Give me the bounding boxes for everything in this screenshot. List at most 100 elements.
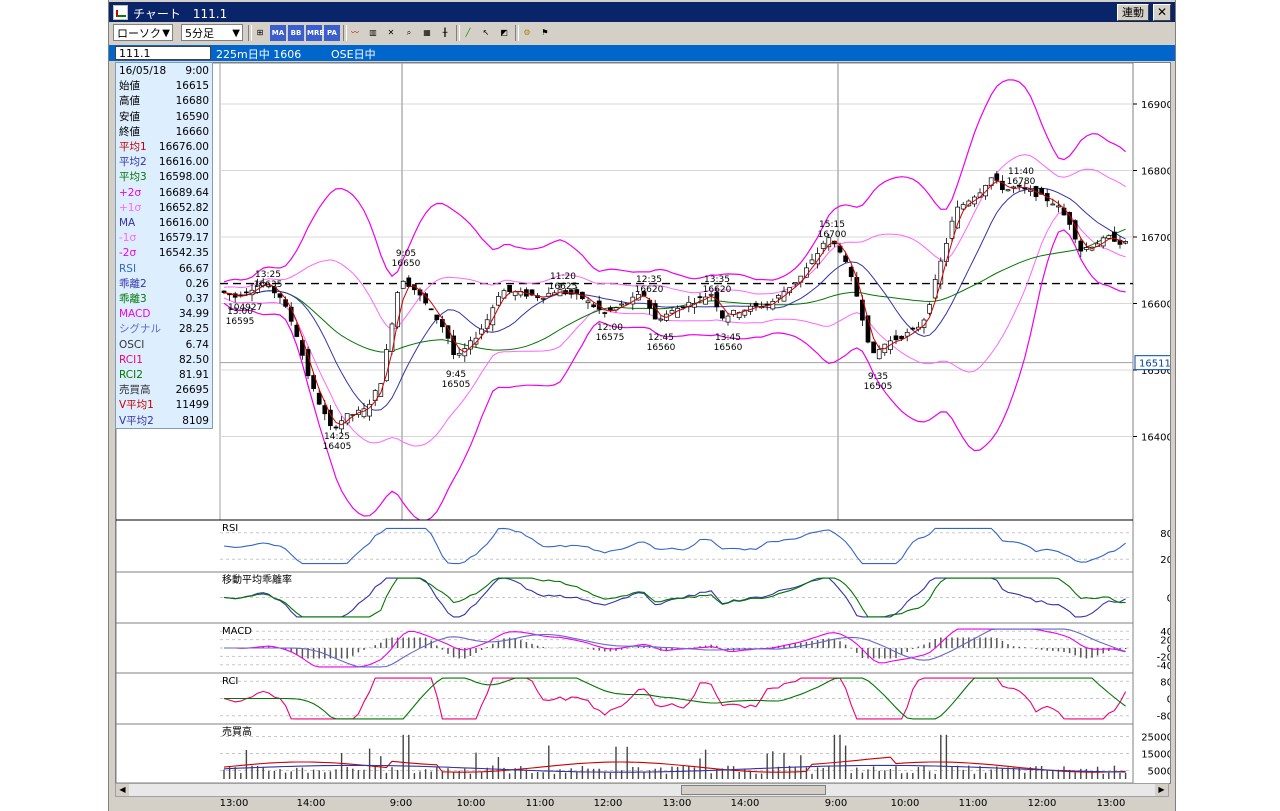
scroll-right-icon[interactable]: ▶ [1155, 784, 1168, 796]
price-annotation-price: 16625 [549, 282, 578, 292]
time-tick-label: 13:00 [219, 798, 249, 809]
scroll-thumb[interactable] [681, 785, 826, 795]
chevron-down-icon: ▼ [162, 28, 170, 39]
candle-body [496, 296, 501, 306]
candle-body [770, 301, 776, 310]
data-row: 売買高 26695 [116, 383, 212, 398]
line-chart-icon[interactable]: 〰 [347, 25, 363, 41]
price-annotation-time: 14:25 [324, 432, 350, 442]
candle-body [1005, 189, 1011, 192]
price-annotation-price: 16505 [442, 380, 471, 390]
candle-body [507, 284, 512, 293]
time-tick-label: 14:00 [730, 798, 760, 809]
chart-type-select[interactable]: ローソク ▼ [113, 24, 173, 41]
horizontal-scrollbar[interactable]: ◀ ▶ [115, 783, 1169, 797]
settings-icon[interactable]: ⚙ [519, 25, 535, 41]
data-value: 26695 [175, 384, 209, 397]
price-annotation-price: 16560 [714, 343, 743, 353]
symbol-code-input[interactable]: 111.1 [115, 46, 211, 60]
candle-body [876, 349, 882, 360]
data-key: V平均1 [119, 399, 154, 412]
price-annotation-time: 9:35 [868, 372, 888, 382]
scroll-left-icon[interactable]: ◀ [116, 784, 129, 796]
data-value: 16616.00 [158, 217, 209, 229]
candle-body [1112, 231, 1117, 242]
candle-body [697, 296, 703, 298]
data-value: 8109 [182, 414, 209, 427]
time-tick-label: 13:00 [662, 798, 692, 809]
candle-body [1056, 205, 1061, 208]
current-price-label: 16511 [1139, 359, 1170, 370]
data-row: MACD 34.99 [116, 307, 212, 322]
sub-panel-tick-label: 25000 [1141, 733, 1170, 744]
chart-canvas[interactable]: 1690016800167001660016500164001651113:25… [116, 63, 1170, 783]
price-annotation-price: 16560 [647, 343, 676, 353]
candle-body [1106, 235, 1112, 239]
candle-body [1050, 203, 1056, 206]
candle-body [333, 426, 339, 429]
candle-body [585, 300, 591, 303]
candle-body [277, 293, 283, 298]
candle-body [619, 303, 624, 306]
point-figure-icon[interactable]: ✕ [383, 25, 399, 41]
symbol-name: 225m日中 1606 [216, 48, 302, 61]
candle-body [608, 307, 613, 311]
trendline-icon[interactable]: ╱ [460, 25, 476, 41]
chart-type-value: ローソク [117, 27, 161, 40]
flag-icon[interactable]: ⚑ [537, 25, 553, 41]
link-button[interactable]: 連動 [1117, 4, 1149, 21]
candle-body [843, 255, 848, 262]
price-annotation-time: 12:45 [648, 333, 674, 343]
data-value: 16616.00 [158, 156, 209, 169]
sub-panel-title: MACD [222, 626, 252, 637]
data-value: 9:00 [185, 65, 209, 77]
price-annotation-time: 13:25 [255, 270, 281, 280]
title-bar: チャート 111.1 連動 ✕ [109, 2, 1175, 22]
data-row: 始値 16615 [116, 79, 212, 94]
price-annotation-time: 12:00 [597, 323, 623, 333]
interval-select[interactable]: 5分足 ▼ [181, 24, 243, 41]
candle-body [1084, 247, 1089, 250]
time-tick-label: 10:00 [890, 798, 920, 809]
data-key: V平均2 [119, 414, 154, 427]
zoom-icon[interactable]: ⌕ [401, 25, 417, 41]
candle-body [899, 335, 904, 340]
sub-panel-tick-label: 80 [1160, 529, 1170, 540]
data-row: V平均1 11499 [116, 398, 212, 413]
bar-chart-icon[interactable]: ▥ [365, 25, 381, 41]
data-key: 終値 [119, 125, 140, 138]
candle-body [1028, 189, 1033, 192]
price-annotation-price: 16505 [864, 382, 893, 392]
data-value: 66.67 [178, 262, 209, 275]
candle-body [944, 243, 949, 262]
bb-button[interactable]: BB [288, 25, 304, 41]
sub-panel-tick-label: -80 [1157, 712, 1170, 723]
close-button[interactable]: ✕ [1153, 4, 1171, 21]
time-tick-label: 12:00 [593, 798, 623, 809]
interval-value: 5分足 [185, 27, 214, 40]
price-annotation-price: 16635 [254, 280, 283, 290]
grid-icon[interactable]: ▦ [419, 25, 435, 41]
layout-icon[interactable]: ⊞ [252, 25, 268, 41]
candle-icon[interactable]: ╫ [437, 25, 453, 41]
mre-button[interactable]: MRE [306, 25, 324, 41]
chart-area[interactable]: 16900 16800 16700 16600 16500 16400 16511 13:25… [115, 62, 1171, 784]
price-annotation-time: 9:05 [396, 249, 416, 259]
data-key: -2σ [119, 247, 137, 260]
ma-button[interactable]: MA [270, 25, 286, 41]
data-value: 0.37 [185, 293, 209, 305]
data-row: 平均3 16598.00 [116, 170, 212, 185]
pa-button[interactable]: PA [324, 25, 340, 41]
price-annotation-time: 12:35 [636, 275, 662, 285]
candle-body [725, 315, 731, 323]
sub-panel-title: RSI [222, 523, 238, 534]
candle-body [1078, 240, 1084, 252]
data-key: MA [119, 217, 136, 229]
data-row: 終値 16660 [116, 125, 212, 140]
eraser-icon[interactable]: ◩ [496, 25, 512, 41]
data-key: +1σ [119, 201, 142, 214]
data-row: -2σ 16542.35 [116, 246, 212, 261]
data-key: OSCI [119, 338, 145, 351]
data-value: 34.99 [178, 308, 209, 321]
cursor-icon[interactable]: ↖ [478, 25, 494, 41]
